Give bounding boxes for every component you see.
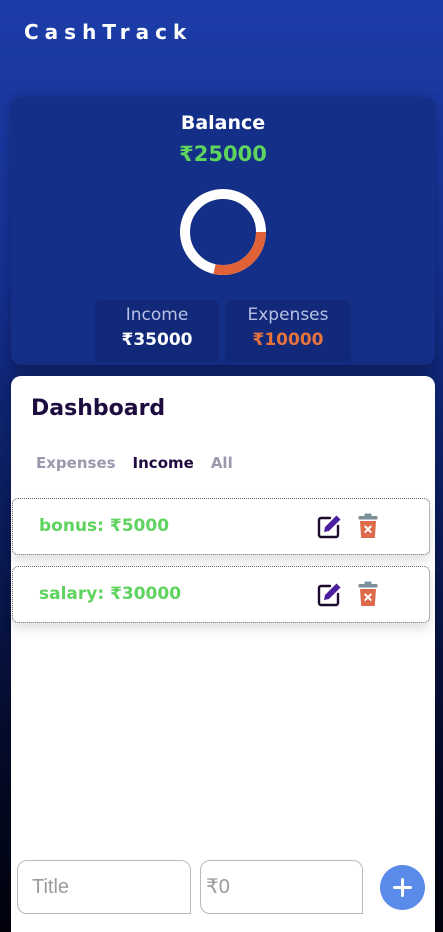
income-summary: Income ₹35000 (95, 300, 219, 362)
title-input[interactable] (17, 860, 191, 914)
edit-icon[interactable] (316, 582, 342, 608)
expenses-value: ₹10000 (252, 330, 324, 350)
edit-icon[interactable] (316, 514, 342, 540)
expenses-summary: Expenses ₹10000 (225, 300, 351, 362)
balance-label: Balance (180, 112, 266, 134)
tab-expenses[interactable]: Expenses (36, 454, 116, 472)
list-item: bonus: ₹5000 (12, 498, 430, 555)
trash-icon[interactable] (358, 513, 378, 539)
income-label: Income (125, 305, 189, 325)
entry-text: bonus: ₹5000 (39, 516, 170, 536)
filter-tabs: Expenses Income All (36, 454, 233, 472)
dashboard-title: Dashboard (31, 396, 166, 421)
dashboard-panel: Dashboard Expenses Income All bonus: ₹50… (11, 376, 435, 932)
add-entry-button[interactable] (380, 865, 425, 910)
tab-all[interactable]: All (211, 454, 233, 472)
trash-icon[interactable] (358, 581, 378, 607)
list-item: salary: ₹30000 (12, 566, 430, 623)
income-value: ₹35000 (121, 330, 193, 350)
expenses-label: Expenses (247, 305, 329, 325)
amount-input[interactable] (200, 860, 363, 914)
entry-text: salary: ₹30000 (39, 584, 182, 604)
balance-value: ₹25000 (179, 142, 267, 166)
balance-donut-chart (180, 189, 266, 275)
tab-income[interactable]: Income (133, 454, 194, 472)
balance-card: Balance ₹25000 Income ₹35000 Expenses ₹1… (11, 97, 435, 365)
app-title: CashTrack (24, 20, 193, 44)
